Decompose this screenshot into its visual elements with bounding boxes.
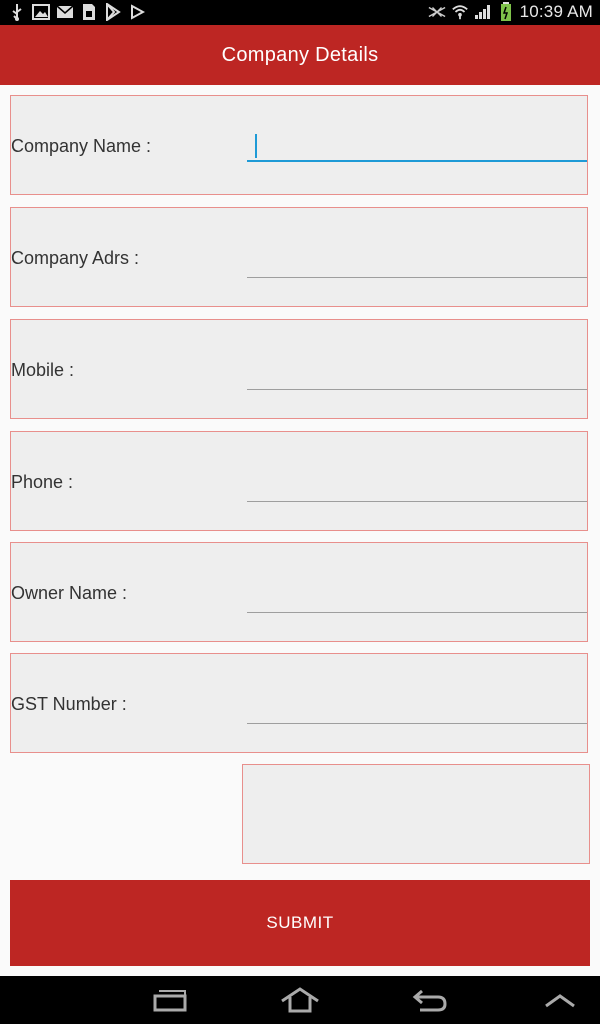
usb-icon <box>8 3 26 21</box>
image-icon <box>32 3 50 21</box>
status-time: 10:39 AM <box>519 2 593 21</box>
page-title: Company Details <box>221 43 379 66</box>
mobile-row: Mobile : <box>10 319 588 419</box>
home-icon[interactable] <box>280 984 320 1016</box>
email-icon <box>56 3 74 21</box>
app-bar: Company Details <box>0 25 600 85</box>
company-name-input[interactable] <box>247 132 587 162</box>
navigation-bar <box>0 976 600 1024</box>
company-name-label: Company Name : <box>11 136 152 156</box>
company-adrs-input[interactable] <box>247 256 587 278</box>
company-name-row: Company Name : <box>10 95 588 195</box>
mobile-input[interactable] <box>247 368 587 390</box>
cell-signal-icon <box>474 3 492 21</box>
battery-icon <box>497 2 515 21</box>
submit-button[interactable]: SUBMIT <box>10 880 590 966</box>
play-store-icon <box>104 3 122 21</box>
gst-number-row: GST Number : <box>10 653 588 753</box>
status-bar: 10:39 AM <box>0 0 600 25</box>
recent-apps-icon[interactable] <box>150 984 190 1016</box>
gst-number-label: GST Number : <box>11 694 127 714</box>
text-caret <box>255 134 257 158</box>
company-adrs-label: Company Adrs : <box>11 248 140 268</box>
phone-row: Phone : <box>10 431 588 531</box>
empty-field-box[interactable] <box>242 764 590 864</box>
gst-number-input[interactable] <box>247 702 587 724</box>
owner-name-label: Owner Name : <box>11 583 128 603</box>
wifi-icon <box>451 3 469 21</box>
sim-card-icon <box>80 3 98 21</box>
play-icon <box>128 3 146 21</box>
owner-name-input[interactable] <box>247 591 587 613</box>
expand-up-icon[interactable] <box>540 984 580 1016</box>
company-adrs-row: Company Adrs : <box>10 207 588 307</box>
owner-name-row: Owner Name : <box>10 542 588 642</box>
phone-label: Phone : <box>11 472 74 492</box>
phone-input[interactable] <box>247 480 587 502</box>
mobile-label: Mobile : <box>11 360 75 380</box>
back-icon[interactable] <box>410 984 450 1016</box>
signal-mute-icon <box>428 3 446 21</box>
